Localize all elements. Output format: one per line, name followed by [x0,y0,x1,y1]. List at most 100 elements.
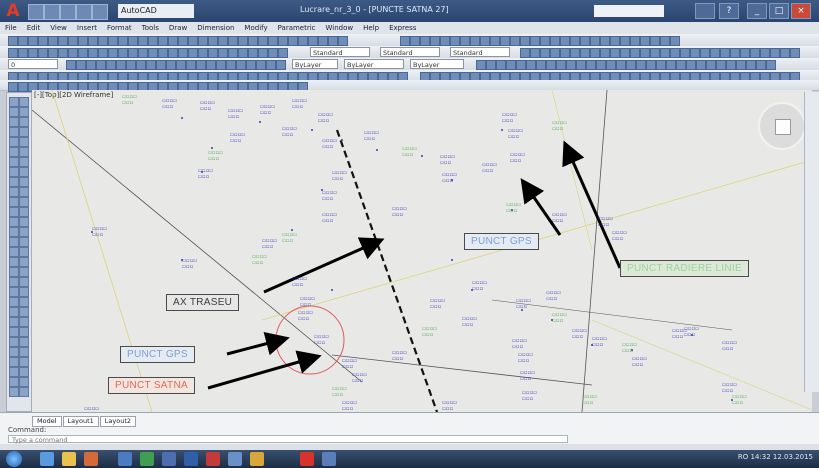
toolbar-button-icon[interactable] [710,48,720,58]
word-icon[interactable] [184,452,198,466]
draw-tool-icon[interactable] [19,157,29,167]
toolbar-button-icon[interactable] [248,36,258,46]
toolbar-button-icon[interactable] [258,48,268,58]
toolbar-button-icon[interactable] [686,60,696,70]
draw-tool-icon[interactable] [19,137,29,147]
toolbar-button-icon[interactable] [226,60,236,70]
layer-state-dropdown[interactable]: 0 [8,59,58,69]
draw-tool-icon[interactable] [19,297,29,307]
navigation-bar[interactable] [804,92,819,392]
menu-item-dimension[interactable]: Dimension [197,22,234,34]
draw-tool-icon[interactable] [9,297,19,307]
toolbar-button-icon[interactable] [188,48,198,58]
help-search-input[interactable] [594,5,664,17]
toolbar-button-icon[interactable] [706,60,716,70]
ie-icon[interactable] [40,452,54,466]
toolbar-button-icon[interactable] [68,36,78,46]
toolbar-button-icon[interactable] [248,48,258,58]
toolbar-button-icon[interactable] [116,60,126,70]
draw-tool-icon[interactable] [19,147,29,157]
chrome-icon[interactable] [250,452,264,466]
toolbar-button-icon[interactable] [520,48,530,58]
lineweight-dropdown[interactable]: ByLayer [410,59,464,69]
toolbar-button-icon[interactable] [118,48,128,58]
toolbar-button-icon[interactable] [238,48,248,58]
toolbar-button-icon[interactable] [630,36,640,46]
toolbar-button-icon[interactable] [298,36,308,46]
tab-layout2[interactable]: Layout2 [99,416,136,427]
toolbar-button-icon[interactable] [268,48,278,58]
toolbar-button-icon[interactable] [68,48,78,58]
draw-tool-icon[interactable] [19,207,29,217]
toolbar-button-icon[interactable] [476,60,486,70]
undo-icon[interactable] [92,4,108,20]
open-file-icon[interactable] [44,4,60,20]
draw-tool-icon[interactable] [9,177,19,187]
toolbar-button-icon[interactable] [660,48,670,58]
text-style-dropdown[interactable]: Standard [310,47,370,57]
toolbar-button-icon[interactable] [620,36,630,46]
draw-tool-icon[interactable] [9,207,19,217]
toolbar-button-icon[interactable] [38,48,48,58]
toolbar-button-icon[interactable] [106,60,116,70]
toolbar-button-icon[interactable] [650,48,660,58]
draw-tool-icon[interactable] [19,337,29,347]
toolbar-button-icon[interactable] [526,60,536,70]
toolbar-button-icon[interactable] [760,48,770,58]
toolbar-button-icon[interactable] [506,60,516,70]
toolbar-button-icon[interactable] [590,48,600,58]
toolbar-button-icon[interactable] [168,36,178,46]
draw-tool-icon[interactable] [19,97,29,107]
draw-tool-icon[interactable] [9,137,19,147]
menu-item-parametric[interactable]: Parametric [278,22,316,34]
menu-item-tools[interactable]: Tools [142,22,159,34]
app-icon-1[interactable] [118,452,132,466]
toolbar-button-icon[interactable] [268,36,278,46]
draw-tool-icon[interactable] [19,127,29,137]
toolbar-button-icon[interactable] [148,48,158,58]
toolbar-button-icon[interactable] [646,60,656,70]
toolbar-button-icon[interactable] [440,36,450,46]
toolbar-button-icon[interactable] [460,36,470,46]
toolbar-button-icon[interactable] [288,36,298,46]
toolbar-button-icon[interactable] [520,36,530,46]
draw-tool-icon[interactable] [9,257,19,267]
toolbar-button-icon[interactable] [118,36,128,46]
close-button[interactable]: × [791,3,811,19]
draw-tool-icon[interactable] [9,187,19,197]
toolbar-button-icon[interactable] [208,48,218,58]
linetype-dropdown[interactable]: ByLayer [344,59,404,69]
toolbar-button-icon[interactable] [138,48,148,58]
draw-tool-icon[interactable] [19,317,29,327]
toolbar-button-icon[interactable] [138,36,148,46]
draw-tool-icon[interactable] [19,227,29,237]
toolbar-button-icon[interactable] [670,48,680,58]
menu-item-draw[interactable]: Draw [169,22,187,34]
toolbar-button-icon[interactable] [530,48,540,58]
toolbar-button-icon[interactable] [178,48,188,58]
toolbar-button-icon[interactable] [690,48,700,58]
app-icon-6[interactable] [322,452,336,466]
draw-tool-icon[interactable] [9,327,19,337]
toolbar-button-icon[interactable] [536,60,546,70]
draw-tool-icon[interactable] [9,307,19,317]
menu-item-window[interactable]: Window [326,22,354,34]
new-file-icon[interactable] [28,4,44,20]
toolbar-button-icon[interactable] [550,36,560,46]
toolbar-button-icon[interactable] [610,48,620,58]
toolbar-button-icon[interactable] [48,48,58,58]
draw-tool-icon[interactable] [19,357,29,367]
draw-tool-icon[interactable] [19,387,29,397]
toolbar-button-icon[interactable] [596,60,606,70]
toolbar-button-icon[interactable] [146,60,156,70]
draw-tool-icon[interactable] [9,197,19,207]
help-icon[interactable]: ? [719,3,739,19]
draw-tool-icon[interactable] [9,117,19,127]
toolbar-button-icon[interactable] [166,60,176,70]
toolbar-button-icon[interactable] [198,36,208,46]
toolbar-button-icon[interactable] [8,48,18,58]
draw-tool-icon[interactable] [9,267,19,277]
menu-item-file[interactable]: File [5,22,17,34]
toolbar-button-icon[interactable] [126,60,136,70]
save-icon[interactable] [60,4,76,20]
